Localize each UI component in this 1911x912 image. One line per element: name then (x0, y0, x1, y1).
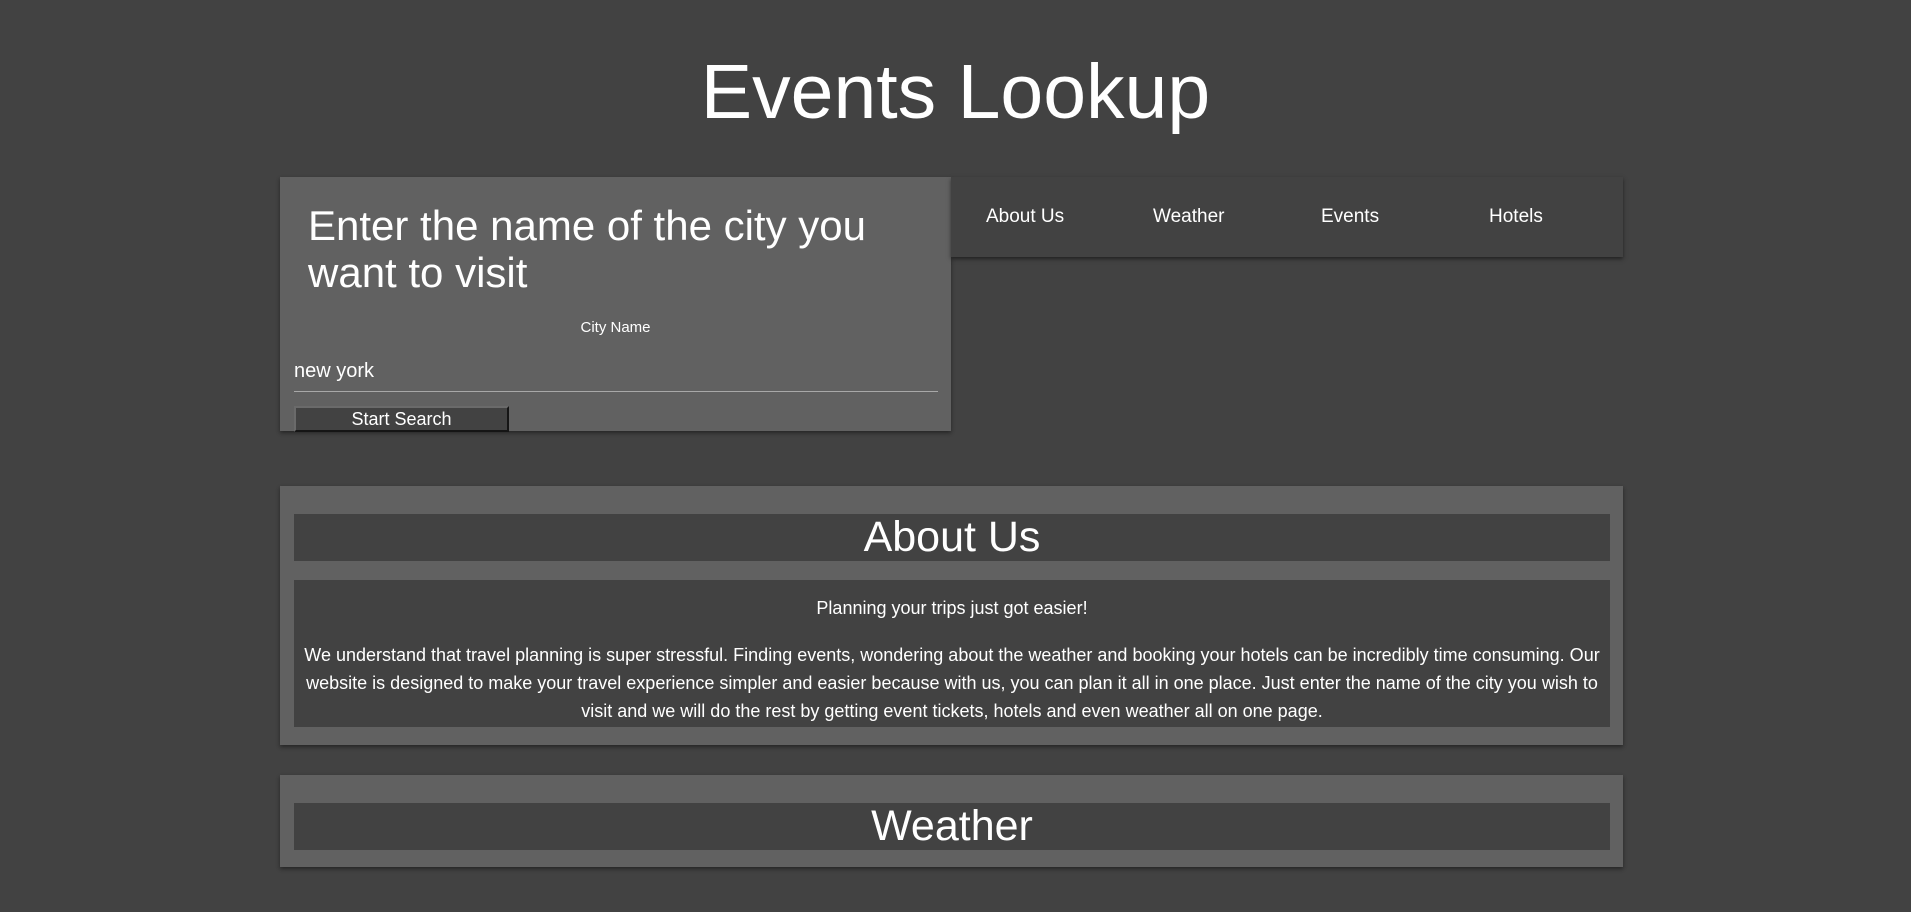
about-description: We understand that travel planning is su… (304, 645, 1600, 721)
about-tagline: Planning your trips just got easier! (816, 598, 1088, 618)
nav-link-events[interactable]: Events (1321, 177, 1379, 257)
weather-title: Weather (294, 803, 1610, 850)
page-title: Events Lookup (700, 49, 1211, 135)
city-name-input[interactable] (294, 352, 938, 392)
city-search-card: Enter the name of the city you want to v… (280, 177, 951, 432)
about-us-title: About Us (294, 514, 1610, 561)
nav-link-weather[interactable]: Weather (1153, 177, 1224, 257)
weather-section: Weather (280, 775, 1623, 867)
nav-bar: About Us Weather Events Hotels (951, 177, 1623, 257)
nav-link-about-us[interactable]: About Us (986, 177, 1064, 257)
about-us-body: Planning your trips just got easier! We … (294, 580, 1610, 727)
search-heading: Enter the name of the city you want to v… (308, 202, 866, 296)
about-us-section: About Us Planning your trips just got ea… (280, 486, 1623, 745)
nav-link-hotels[interactable]: Hotels (1489, 177, 1543, 257)
city-name-label: City Name (580, 319, 651, 336)
start-search-button[interactable]: Start Search (294, 406, 509, 432)
page: Events Lookup Enter the name of the city… (0, 0, 1911, 912)
